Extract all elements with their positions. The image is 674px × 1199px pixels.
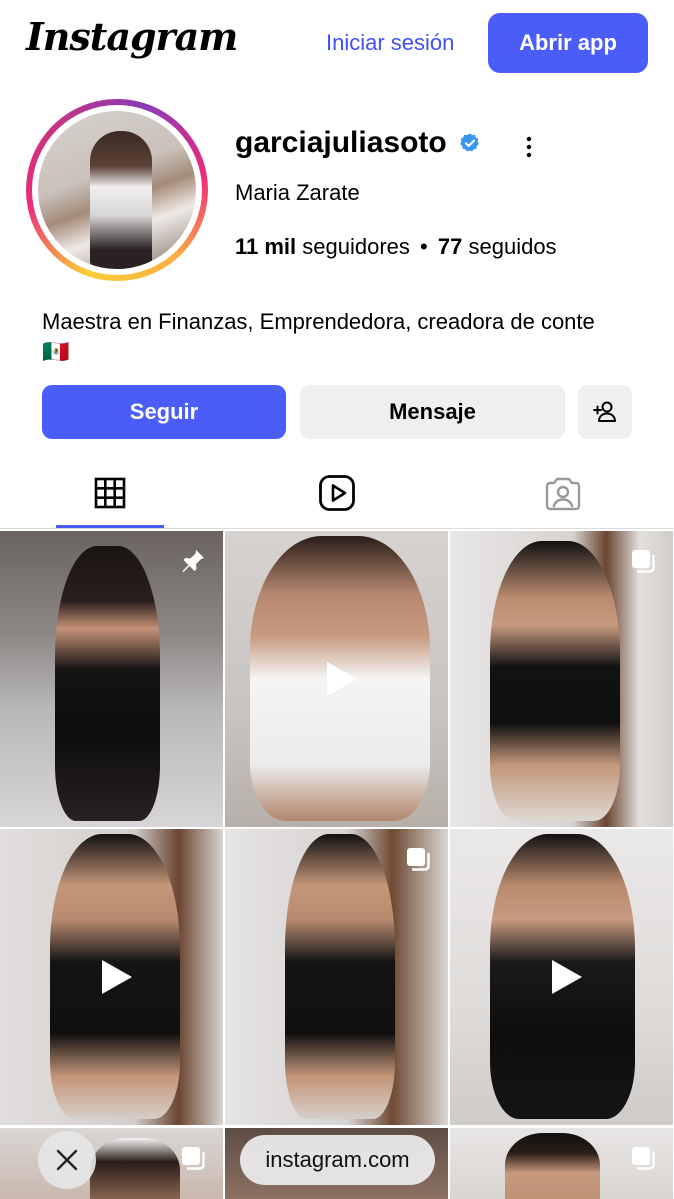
username: garciajuliasoto: [235, 126, 447, 159]
post-thumbnail[interactable]: [450, 531, 673, 827]
post-thumbnail[interactable]: [0, 531, 223, 827]
carousel-icon: [632, 1147, 655, 1170]
story-ring[interactable]: [26, 99, 208, 281]
mexico-flag-icon: 🇲🇽: [42, 339, 70, 364]
verified-badge-icon: [459, 133, 479, 152]
followers-count[interactable]: 11 mil: [235, 234, 296, 259]
top-bar: Instagram Iniciar sesión Abrir app: [0, 0, 674, 86]
bio: Maestra en Finanzas, Emprendedora, cread…: [42, 307, 602, 367]
followers-label[interactable]: seguidores: [302, 234, 410, 259]
post-thumbnail[interactable]: [225, 531, 448, 827]
play-icon: [551, 960, 582, 994]
posts-grid: [0, 531, 674, 1199]
login-link[interactable]: Iniciar sesión: [326, 30, 454, 56]
post-thumbnail[interactable]: [450, 1128, 673, 1199]
carousel-icon: [407, 848, 430, 871]
pin-icon: [182, 550, 204, 572]
open-app-button[interactable]: Abrir app: [488, 13, 648, 73]
more-options-icon[interactable]: [519, 133, 539, 161]
grid-icon: [94, 477, 126, 509]
avatar: [38, 111, 196, 269]
close-button[interactable]: [38, 1131, 96, 1189]
following-label[interactable]: seguidos: [468, 234, 556, 259]
post-thumbnail[interactable]: [0, 829, 223, 1125]
post-thumbnail[interactable]: [0, 1128, 223, 1199]
follow-button[interactable]: Seguir: [42, 385, 286, 439]
avatar-figure: [90, 131, 152, 269]
url-bar[interactable]: instagram.com: [240, 1135, 435, 1185]
add-person-icon: [593, 401, 616, 422]
suggest-users-button[interactable]: [578, 385, 632, 439]
following-count[interactable]: 77: [438, 234, 462, 259]
tagged-icon: [545, 477, 581, 511]
carousel-icon: [182, 1147, 205, 1170]
tab-posts[interactable]: [56, 458, 164, 528]
instagram-logo[interactable]: Instagram: [26, 14, 238, 59]
play-icon: [326, 662, 357, 696]
message-button[interactable]: Mensaje: [300, 385, 565, 439]
username-row: garciajuliasoto: [235, 126, 481, 160]
stats-separator: •: [420, 234, 428, 259]
profile-tabs: [0, 458, 674, 528]
post-thumbnail[interactable]: [225, 829, 448, 1125]
close-icon: [56, 1149, 78, 1171]
post-thumbnail[interactable]: [450, 829, 673, 1125]
bio-text: Maestra en Finanzas, Emprendedora, cread…: [42, 309, 595, 334]
tabs-divider: [0, 528, 674, 529]
tab-reels[interactable]: [283, 458, 391, 528]
carousel-icon: [632, 550, 655, 573]
play-icon: [101, 960, 132, 994]
full-name: Maria Zarate: [235, 180, 360, 205]
profile-stats: 11 mil seguidores • 77 seguidos: [235, 234, 557, 260]
reels-icon: [319, 475, 355, 511]
tab-tagged[interactable]: [509, 458, 617, 528]
avatar-frame: [32, 105, 202, 275]
